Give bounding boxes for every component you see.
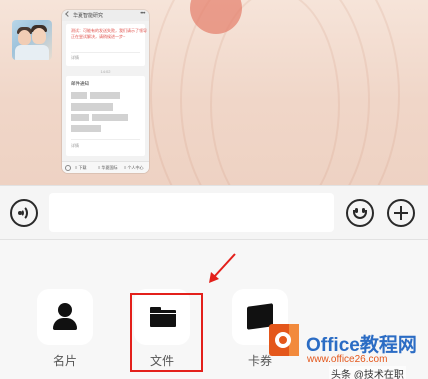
screenshot-time: 14:02 <box>100 69 111 74</box>
card-text: 测试：可能有的发送失败，我们请示了领导 <box>71 28 147 33</box>
menu-tab: ≡ 华夏国际 <box>98 165 118 170</box>
blurred-text <box>92 114 128 121</box>
plus-bar <box>400 206 402 220</box>
business-card-button[interactable] <box>37 289 93 345</box>
watermark-url: www.office26.com <box>307 354 388 365</box>
avatar-body <box>15 45 49 60</box>
card-text: 正在尝试解决，请稍候进一步~ <box>71 34 126 39</box>
input-toolbar <box>0 185 428 240</box>
watermark-source: 头条 @技术在职 <box>329 366 406 379</box>
avatar-face <box>32 28 46 44</box>
voice-dot <box>18 211 22 215</box>
blurred-text <box>90 92 120 99</box>
card-detail: 详情 <box>71 143 79 148</box>
back-icon <box>65 11 71 17</box>
person-icon <box>58 303 72 317</box>
blurred-text <box>71 125 101 132</box>
highlight-box <box>130 293 203 372</box>
avatar[interactable] <box>12 20 52 60</box>
emoji-icon[interactable] <box>346 199 374 227</box>
card-title: 邮件通知 <box>71 81 89 86</box>
card-detail: 详情 <box>71 55 79 60</box>
screenshot-title: 华夏智能研究 <box>73 13 104 19</box>
business-card-label: 名片 <box>52 354 77 368</box>
message-input[interactable] <box>49 193 334 232</box>
chat-background: 华夏智能研究 ••• 测试：可能有的发送失败，我们请示了领导 正在尝试解决，请稍… <box>0 0 428 185</box>
divider <box>71 52 140 53</box>
blurred-text <box>71 92 87 99</box>
plus-icon[interactable] <box>387 199 415 227</box>
person-icon-body <box>53 318 77 330</box>
menu-tab: ≡ 下载 <box>75 165 87 170</box>
menu-tab: ≡ 个人中心 <box>124 165 144 170</box>
blurred-text <box>71 114 89 121</box>
logo-ring <box>275 332 291 348</box>
annotation-arrow <box>209 253 236 283</box>
keyboard-icon <box>65 165 71 171</box>
watermark: Office教程网 www.office26.com 头条 @技术在职 <box>259 318 428 379</box>
divider <box>71 139 140 140</box>
emoji-mouth <box>353 210 367 219</box>
screenshot-card: 测试：可能有的发送失败，我们请示了领导 正在尝试解决，请稍候进一步~ 详情 <box>66 24 147 66</box>
avatar-face <box>18 30 31 45</box>
watermark-title: Office教程网 <box>306 335 417 356</box>
blurred-text <box>71 103 113 111</box>
voice-icon[interactable] <box>10 199 38 227</box>
image-message[interactable]: 华夏智能研究 ••• 测试：可能有的发送失败，我们请示了领导 正在尝试解决，请稍… <box>62 10 149 173</box>
office-logo-icon <box>269 324 299 356</box>
more-icon: ••• <box>140 11 145 17</box>
screenshot-menu: ≡ 下载 ≡ 华夏国际 ≡ 个人中心 <box>62 161 149 173</box>
screenshot-header: 华夏智能研究 ••• <box>62 10 149 21</box>
screenshot-card: 邮件通知 详情 <box>66 76 145 156</box>
